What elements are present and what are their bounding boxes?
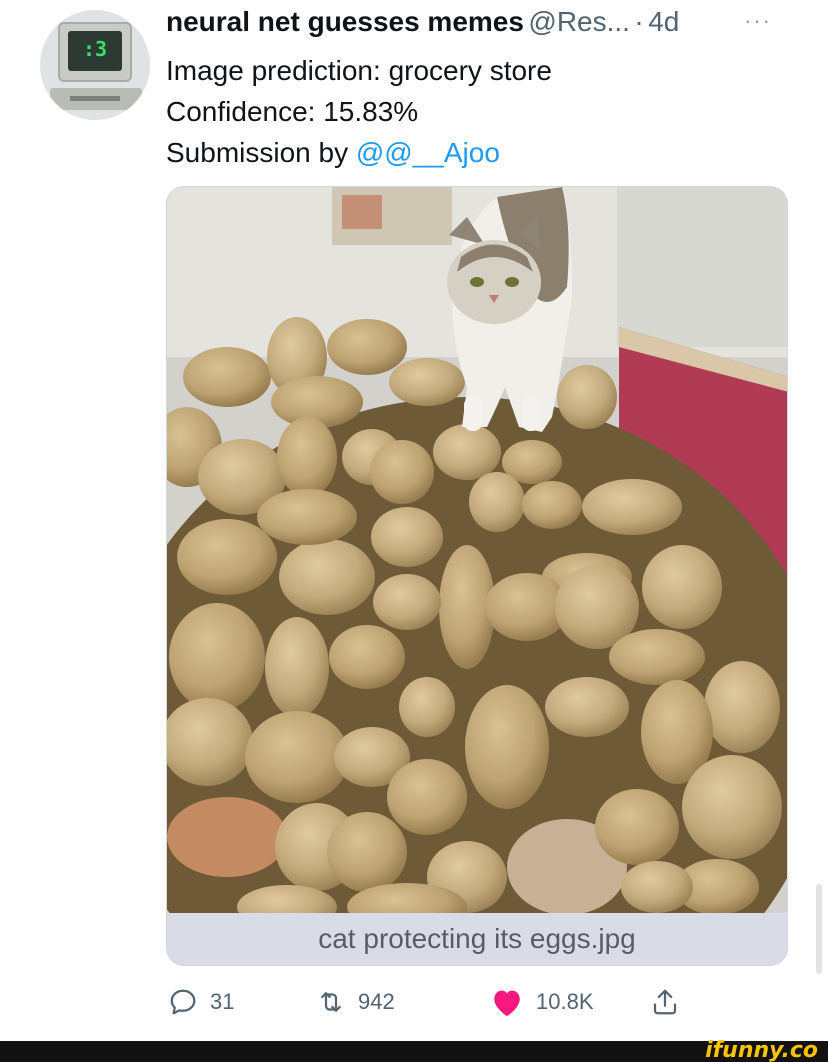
reply-icon [170,989,196,1015]
share-icon [653,989,677,1015]
reply-button[interactable]: 31 [168,984,234,1020]
ifunny-watermark: ifunny.co [705,1038,818,1062]
retweet-icon [321,992,341,1012]
submission-mention-link[interactable]: @@__Ajoo [356,137,500,168]
more-icon[interactable]: ··· [744,8,772,34]
like-count: 10.8K [536,989,594,1014]
submission-line: Submission by @@__Ajoo [166,132,552,173]
scrollbar[interactable] [816,884,822,974]
reply-count: 31 [210,989,235,1014]
potato-pile-photo [167,187,787,915]
image-caption-strip: cat protecting its eggs.jpg [167,913,787,965]
author-name[interactable]: neural net guesses memes [166,6,524,37]
tweet-text: Image prediction: grocery store Confiden… [166,50,552,173]
retweet-button[interactable]: 942 [316,984,395,1020]
heart-icon [494,990,520,1017]
image-caption: cat protecting its eggs.jpg [318,923,636,954]
confidence-line: Confidence: 15.83% [166,96,419,127]
retweet-count: 942 [358,989,395,1014]
author-handle[interactable]: @Res... [528,6,630,37]
tweet-time[interactable]: 4d [648,6,679,37]
like-button[interactable]: 10.8K [490,984,594,1020]
computer-monitor-icon: :3 [58,22,132,82]
tweet-actions: 31 942 10.8K [168,984,728,1020]
avatar-face: :3 [82,37,108,61]
share-button[interactable] [650,984,680,1020]
floppy-slot [70,96,120,101]
avatar[interactable]: :3 [40,10,150,120]
prediction-line: Image prediction: grocery store [166,55,552,86]
tweet-media-image[interactable]: cat protecting its eggs.jpg [166,186,788,966]
separator-dot: · [634,6,644,37]
footer-bar: ifunny.co [0,1038,828,1062]
submission-prefix: Submission by [166,137,356,168]
tweet-header: neural net guesses memes @Res... · 4d ··… [166,6,806,42]
